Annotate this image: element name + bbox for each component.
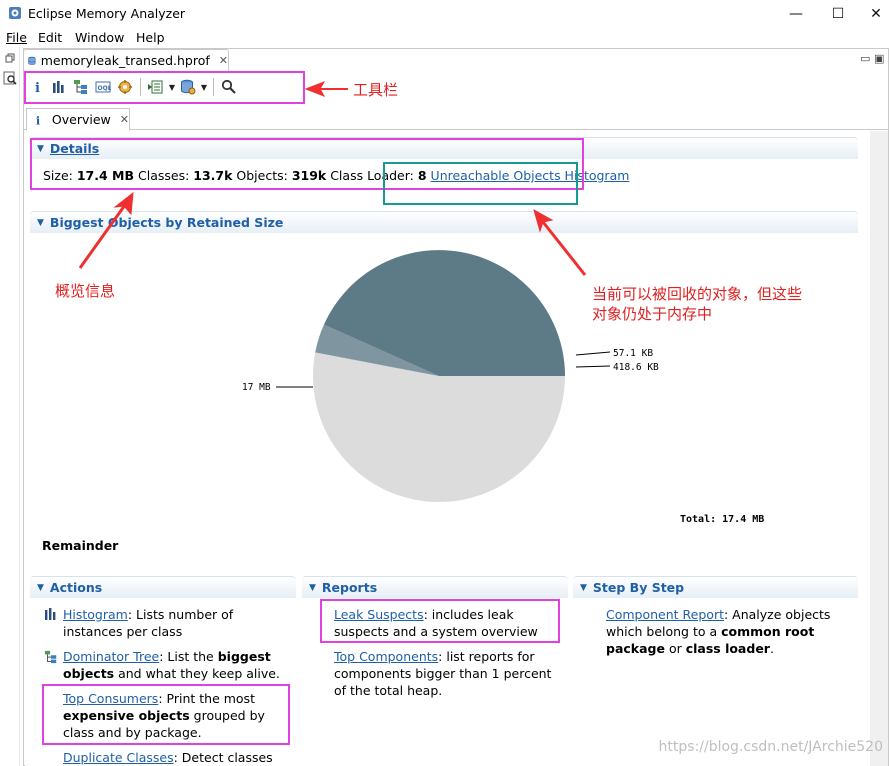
arrow-head bbox=[113, 191, 134, 216]
overview-info-annotation: 概览信息 bbox=[55, 282, 116, 300]
arrow-line bbox=[541, 221, 587, 276]
unreachable-annotation-line2: 对象仍处于内存中 bbox=[592, 305, 713, 323]
csdn-watermark: https://blog.csdn.net/JArchie520 bbox=[658, 739, 883, 755]
unreachable-annotation-line1: 当前可以被回收的对象，但这些 bbox=[592, 285, 803, 303]
annotation-arrows bbox=[78, 81, 587, 276]
arrow-line bbox=[78, 204, 127, 269]
toolbar-annotation: 工具栏 bbox=[353, 81, 399, 99]
